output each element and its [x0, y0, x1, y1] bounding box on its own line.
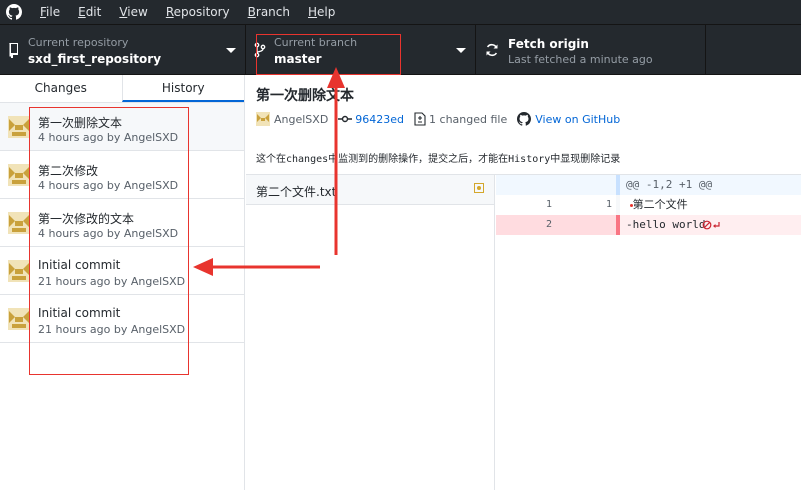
author-avatar: [8, 212, 30, 234]
commit-meta: 21 hours ago by AngelSXD: [38, 323, 186, 336]
view-on-github-link[interactable]: View on GitHub: [517, 112, 620, 126]
menu-edit[interactable]: Edit: [78, 5, 101, 19]
diff-context-line: 1 1 第二个文件: [496, 195, 801, 215]
current-branch-button[interactable]: Current branch master: [246, 25, 476, 75]
menu-file[interactable]: File: [40, 5, 60, 19]
diff-hunk-header: @@ -1,2 +1 @@: [496, 175, 801, 195]
chevron-down-icon: [226, 48, 236, 53]
fetch-label: Fetch origin: [508, 37, 589, 51]
commit-meta: 21 hours ago by AngelSXD: [38, 275, 186, 288]
commit-meta: 4 hours ago by AngelSXD: [38, 227, 179, 240]
diff-deleted-line: 2 -hello world: [496, 215, 801, 235]
sidebar-tabs: Changes History: [0, 75, 244, 103]
commit-list-item[interactable]: 第一次删除文本 4 hours ago by AngelSXD: [0, 103, 244, 151]
changed-files-list: 第二个文件.txt: [246, 175, 495, 490]
repo-icon: [8, 42, 20, 58]
menu-bar: File Edit View Repository Branch Help: [40, 5, 353, 19]
branch-name: master: [274, 52, 322, 66]
commit-list-item[interactable]: Initial commit 21 hours ago by AngelSXD: [0, 295, 244, 343]
title-bar: File Edit View Repository Branch Help: [0, 0, 801, 24]
view-on-github-label: View on GitHub: [535, 112, 621, 126]
new-line-number: 1: [605, 199, 612, 210]
commit-icon: [338, 115, 353, 123]
commit-list-item[interactable]: Initial commit 21 hours ago by AngelSXD: [0, 247, 244, 295]
diff-marker-icon: [630, 204, 633, 207]
commit-title: 第一次删除文本: [256, 88, 354, 104]
last-fetched-text: Last fetched a minute ago: [508, 53, 653, 66]
current-repository-button[interactable]: Current repository sxd_first_repository: [0, 25, 246, 75]
diff-code: @@ -1,2 +1 @@: [626, 178, 713, 191]
menu-help[interactable]: Help: [308, 5, 335, 19]
commit-author: AngelSXD: [274, 112, 329, 126]
author-avatar: [8, 308, 30, 330]
toolbar: Current repository sxd_first_repository …: [0, 24, 801, 75]
tab-history[interactable]: History: [121, 75, 244, 102]
chevron-down-icon: [456, 48, 466, 53]
commit-sha-link[interactable]: 96423ed: [355, 113, 404, 126]
file-diff-icon: [414, 112, 426, 126]
menu-repository[interactable]: Repository: [166, 5, 230, 19]
author-avatar: [8, 164, 30, 186]
commit-meta: 4 hours ago by AngelSXD: [38, 131, 179, 144]
github-logo-icon: [6, 4, 22, 20]
main-panel: 第一次删除文本 AngelSXD 96423ed 1 changed file …: [246, 75, 801, 490]
commit-title: Initial commit: [38, 306, 121, 320]
commit-title: 第二次修改: [38, 164, 99, 178]
diff-code: -hello world: [626, 218, 706, 231]
commit-summary: 第一次删除文本 AngelSXD 96423ed 1 changed file …: [246, 75, 801, 175]
commit-title: Initial commit: [38, 258, 121, 272]
commit-meta: AngelSXD 96423ed 1 changed file View on …: [256, 111, 630, 127]
author-avatar: [8, 116, 30, 138]
menu-branch[interactable]: Branch: [248, 5, 290, 19]
commit-list-item[interactable]: 第二次修改 4 hours ago by AngelSXD: [0, 151, 244, 199]
sync-icon: [485, 42, 498, 58]
sidebar: Changes History 第一次删除文本 4 hours ago by An…: [0, 75, 245, 490]
no-newline-icon: [702, 220, 720, 230]
commit-description: 这个在changes中监测到的删除操作，提交之后，才能在History中显现删除…: [256, 154, 621, 165]
branch-label: Current branch: [274, 36, 358, 49]
commit-title: 第一次删除文本: [38, 116, 123, 130]
branch-icon: [254, 42, 266, 58]
modified-status-icon: [474, 183, 484, 193]
file-name: 第二个文件.txt: [256, 185, 337, 199]
old-line-number: 2: [545, 219, 552, 230]
author-avatar: [256, 112, 270, 126]
repo-label: Current repository: [28, 36, 129, 49]
commit-title: 第一次修改的文本: [38, 212, 135, 226]
file-row[interactable]: 第二个文件.txt: [246, 175, 494, 205]
diff-code: 第二个文件: [626, 198, 688, 211]
repo-name: sxd_first_repository: [28, 52, 162, 66]
tab-changes[interactable]: Changes: [0, 75, 122, 102]
author-avatar: [8, 260, 30, 282]
old-line-number: 1: [545, 199, 552, 210]
changed-files-count: 1 changed file: [429, 112, 508, 126]
menu-view[interactable]: View: [119, 5, 147, 19]
diff-view: @@ -1,2 +1 @@ 1 1 第二个文件 2 -hello world: [496, 175, 801, 490]
github-logo-icon: [517, 112, 532, 126]
commit-list: 第一次删除文本 4 hours ago by AngelSXD 第二次修改 4 hou…: [0, 103, 244, 343]
commit-meta: 4 hours ago by AngelSXD: [38, 179, 179, 192]
fetch-origin-button[interactable]: Fetch origin Last fetched a minute ago: [476, 25, 706, 75]
commit-list-item[interactable]: 第一次修改的文本 4 hours ago by AngelSXD: [0, 199, 244, 247]
